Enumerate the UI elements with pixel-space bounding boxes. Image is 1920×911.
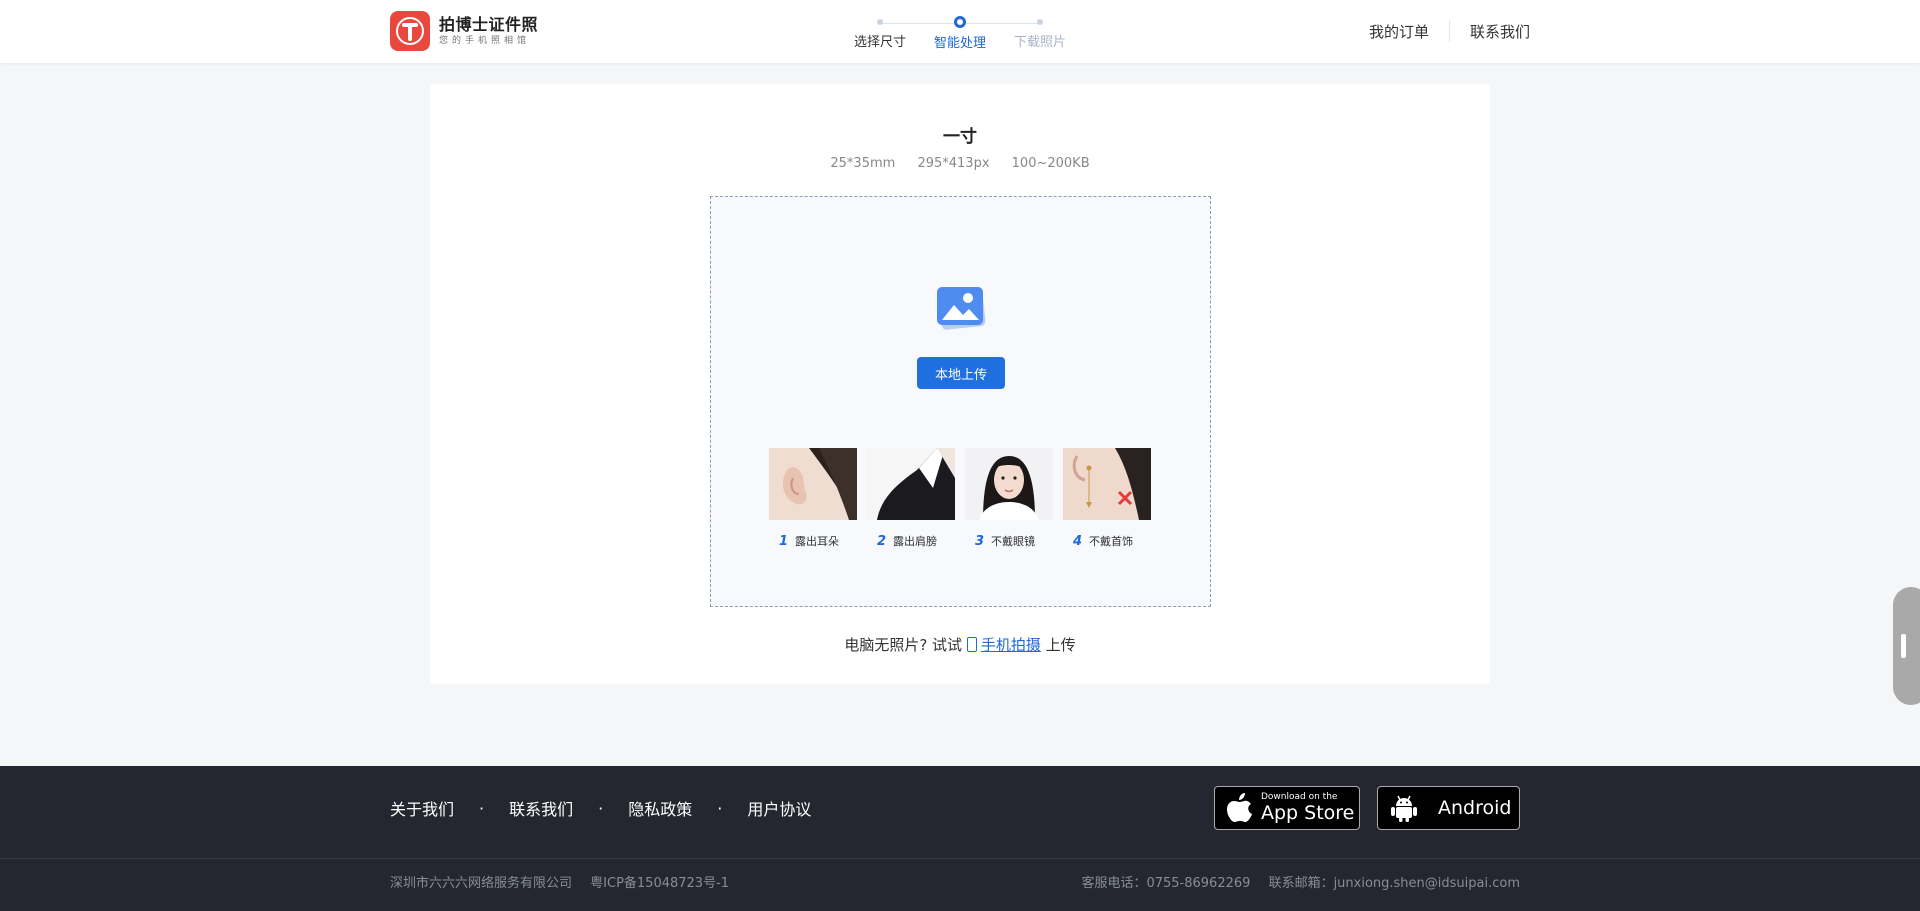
upload-card: 一寸 25*35mm 295*413px 100~200KB 本地上传 1 露出耳… [430, 84, 1490, 684]
tip-text: 不戴眼镜 [991, 535, 1036, 548]
service-email: 联系邮箱：junxiong.shen@idsuipai.com [1268, 876, 1520, 891]
step-select-size: 选择尺寸 [840, 14, 920, 50]
footer-company-info: 深圳市六六六网络服务有限公司 粤ICP备15048723号-1 [390, 872, 729, 891]
footer-link-contact[interactable]: 联系我们 [509, 796, 573, 820]
ear-photo [769, 448, 857, 520]
ios-small-text: Download on the [1261, 792, 1338, 802]
spec-mm: 25*35mm [830, 156, 896, 171]
tip-text: 露出肩膀 [893, 535, 938, 548]
tip-item: 3 不戴眼镜 [965, 448, 1063, 549]
step-label: 智能处理 [933, 36, 986, 51]
image-icon [937, 287, 986, 330]
step-dot [877, 19, 883, 25]
progress-steps: 选择尺寸 智能处理 下载照片 [840, 14, 1080, 54]
size-specs: 25*35mm 295*413px 100~200KB [430, 156, 1490, 171]
footer-link-agreement[interactable]: 用户协议 [747, 796, 811, 820]
local-upload-button[interactable]: 本地上传 [917, 357, 1005, 389]
footer-divider [0, 858, 1920, 859]
footer-separator: · [598, 798, 604, 818]
footer-separator: · [479, 798, 485, 818]
header-nav: 我的订单 联系我们 [1369, 20, 1530, 42]
company-name: 深圳市六六六网络服务有限公司 [390, 876, 573, 891]
footer-links: 关于我们 · 联系我们 · 隐私政策 · 用户协议 [390, 796, 811, 820]
no-jewelry-photo [1063, 448, 1151, 520]
photo-tips: 1 露出耳朵 2 露出肩膀 3 不戴眼镜 4 不戴首饰 [769, 448, 1161, 549]
icp-number[interactable]: 粤ICP备15048723号-1 [590, 876, 729, 891]
step-label: 选择尺寸 [853, 35, 906, 50]
logo-title: 拍博士证件照 [439, 15, 539, 34]
phone-icon [966, 637, 977, 652]
phone-prompt-suffix: 上传 [1045, 636, 1076, 654]
logo[interactable]: 拍博士证件照 您的手机照相馆 [390, 11, 538, 51]
tip-number: 3 [975, 534, 985, 549]
tip-text: 不戴首饰 [1089, 535, 1134, 548]
android-icon [1391, 795, 1417, 822]
footer-link-privacy[interactable]: 隐私政策 [628, 796, 692, 820]
app-store-button[interactable]: Download on the App Store [1214, 786, 1360, 830]
shoulder-photo [867, 448, 955, 520]
android-label: Android [1438, 797, 1512, 819]
footer-separator: · [717, 798, 723, 818]
spec-kb: 100~200KB [1011, 156, 1090, 171]
logo-subtitle: 您的手机照相馆 [439, 36, 531, 46]
tip-number: 4 [1073, 534, 1083, 549]
phone-upload-prompt: 电脑无照片? 试试 手机拍摄 上传 [430, 634, 1490, 655]
phone-link-label: 手机拍摄 [980, 636, 1041, 654]
ios-big-text: App Store [1261, 802, 1355, 824]
footer: 关于我们 · 联系我们 · 隐私政策 · 用户协议 Download on th… [0, 766, 1920, 911]
no-glasses-photo [965, 448, 1053, 520]
android-button[interactable]: Android [1377, 786, 1520, 830]
step-smart-process: 智能处理 [920, 14, 1000, 51]
tip-number: 1 [779, 534, 789, 549]
nav-divider [1448, 20, 1450, 42]
phone-capture-link[interactable]: 手机拍摄 [966, 636, 1041, 654]
apple-icon [1227, 793, 1252, 822]
step-dot [1037, 19, 1043, 25]
handle-grip-icon [1901, 634, 1906, 658]
service-phone: 客服电话：0755-86962269 [1081, 876, 1251, 891]
tip-item: 4 不戴首饰 [1063, 448, 1161, 549]
tip-item: 2 露出肩膀 [867, 448, 965, 549]
step-dot [954, 16, 966, 28]
logo-icon [390, 11, 430, 51]
step-download: 下载照片 [1000, 14, 1080, 50]
spec-px: 295*413px [917, 156, 990, 171]
step-label: 下载照片 [1013, 35, 1066, 50]
contact-us-link[interactable]: 联系我们 [1470, 21, 1530, 42]
upload-dropzone[interactable]: 本地上传 1 露出耳朵 2 露出肩膀 3 不戴眼镜 4 不戴首饰 [710, 196, 1211, 607]
size-title: 一寸 [943, 127, 977, 147]
footer-link-about[interactable]: 关于我们 [390, 796, 454, 820]
phone-prompt-prefix: 电脑无照片? 试试 [844, 636, 963, 654]
tip-item: 1 露出耳朵 [769, 448, 867, 549]
footer-contact-info: 客服电话：0755-86962269 联系邮箱：junxiong.shen@id… [1081, 872, 1520, 891]
my-orders-link[interactable]: 我的订单 [1369, 21, 1429, 42]
side-float-handle[interactable] [1893, 587, 1920, 705]
tip-text: 露出耳朵 [795, 535, 840, 548]
top-header: 拍博士证件照 您的手机照相馆 选择尺寸 智能处理 下载照片 我的订单 联系我们 [0, 0, 1920, 63]
tip-number: 2 [877, 534, 887, 549]
